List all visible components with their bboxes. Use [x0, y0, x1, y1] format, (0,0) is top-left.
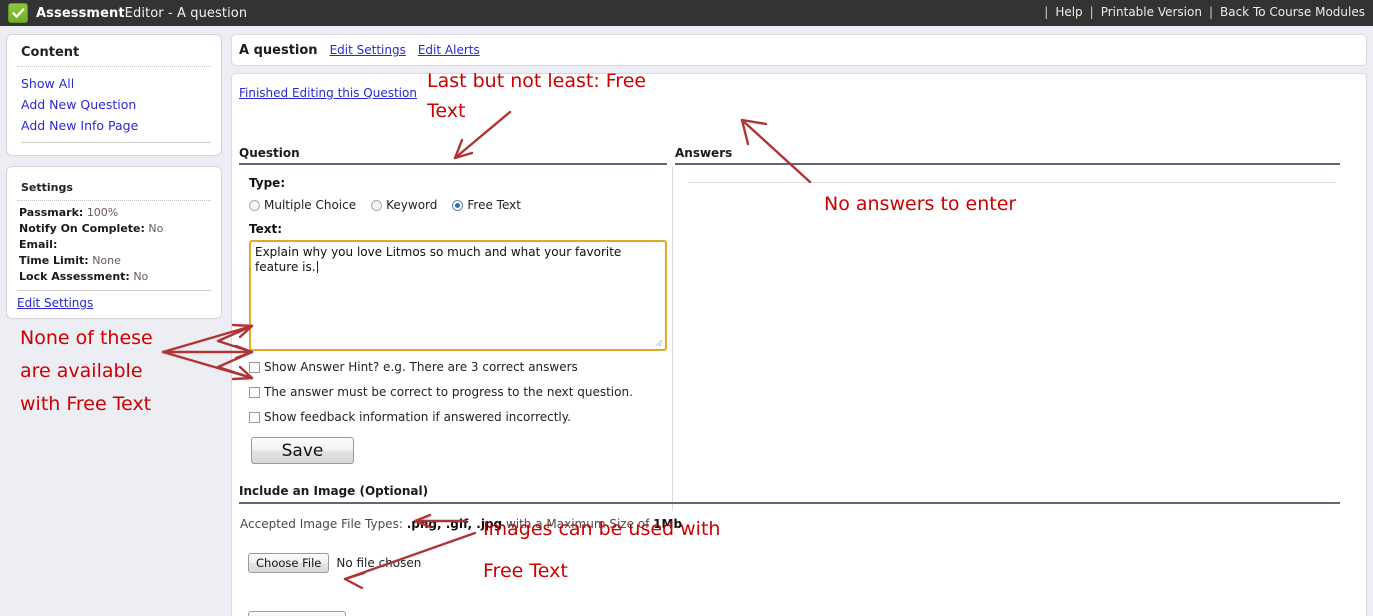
sidebar-item-add-new-info-page[interactable]: Add New Info Page [21, 115, 211, 136]
sidebar-item-show-all[interactable]: Show All [21, 73, 211, 94]
include-image-heading: Include an Image (Optional) [239, 484, 1340, 504]
choose-file-button[interactable]: Choose File [248, 553, 330, 573]
radio-multiple-choice[interactable]: Multiple Choice [249, 198, 356, 212]
answers-section-heading: Answers [675, 146, 1340, 165]
annotation-none-available: None of these are available with Free Te… [20, 327, 153, 415]
settings-label-lock-assessment: Lock Assessment: [19, 270, 130, 283]
question-editor-card: Finished Editing this Question Question … [231, 73, 1367, 616]
settings-value-lock-assessment: No [133, 270, 149, 283]
sidebar-item-add-new-question[interactable]: Add New Question [21, 94, 211, 115]
checkbox-show-answer-hint-label: Show Answer Hint? e.g. There are 3 corre… [264, 360, 578, 374]
top-nav: | Help | Printable Version | Back To Cou… [1044, 5, 1365, 19]
nav-separator-0: | [1044, 5, 1049, 19]
checkbox-must-be-correct-icon[interactable] [249, 386, 260, 398]
accepted-file-types-text: Accepted Image File Types: .png, .gif, .… [240, 517, 682, 531]
edit-alerts-tab-link[interactable]: Edit Alerts [418, 43, 480, 57]
question-text-group: Text: Explain why you love Litmos so muc… [249, 222, 669, 351]
settings-label-time-limit: Time Limit: [19, 254, 89, 267]
question-text-input[interactable]: Explain why you love Litmos so much and … [249, 240, 667, 351]
text-label: Text: [249, 222, 283, 236]
settings-panel-footer: Edit Settings [17, 290, 211, 310]
main-column: A question Edit Settings Edit Alerts Fin… [231, 34, 1367, 616]
question-options-group: Show Answer Hint? e.g. There are 3 corre… [249, 360, 633, 435]
content-panel: Content Show All Add New Question Add Ne… [6, 34, 222, 156]
settings-panel: Settings Passmark: 100% Notify On Comple… [6, 166, 222, 319]
chosen-file-name: No file chosen [336, 556, 422, 570]
content-panel-title: Content [17, 43, 211, 67]
nav-link-help[interactable]: Help [1055, 5, 1082, 19]
nav-separator-2: | [1208, 5, 1213, 19]
checkbox-must-be-correct[interactable]: The answer must be correct to progress t… [249, 385, 633, 399]
checkbox-show-feedback[interactable]: Show feedback information if answered in… [249, 410, 633, 424]
settings-row-time-limit: Time Limit: None [17, 253, 211, 269]
edit-settings-link[interactable]: Edit Settings [17, 296, 93, 310]
resize-grip-icon[interactable] [654, 338, 663, 347]
finished-editing-link[interactable]: Finished Editing this Question [239, 86, 417, 100]
question-type-group: Type: Multiple Choice Keyword Free Text [249, 176, 521, 212]
checkbox-must-be-correct-label: The answer must be correct to progress t… [264, 385, 633, 399]
settings-value-notify-on-complete: No [148, 222, 164, 235]
accepted-middle: with a Maximum Size of [502, 517, 654, 531]
radio-free-text-icon[interactable] [452, 199, 464, 211]
settings-value-time-limit: None [92, 254, 121, 267]
nav-separator-1: | [1089, 5, 1094, 19]
radio-multiple-choice-label: Multiple Choice [264, 198, 357, 212]
checkbox-show-feedback-icon[interactable] [249, 411, 260, 423]
settings-panel-title: Settings [17, 175, 211, 201]
question-text-value: Explain why you love Litmos so much and … [255, 245, 622, 274]
app-root: AssessmentEditor - A question | Help | P… [0, 0, 1373, 616]
type-radio-row: Multiple Choice Keyword Free Text [249, 198, 521, 212]
accepted-prefix: Accepted Image File Types: [240, 517, 407, 531]
checkbox-show-feedback-label: Show feedback information if answered in… [264, 410, 571, 424]
settings-value-passmark: 100% [86, 206, 119, 219]
radio-free-text[interactable]: Free Text [452, 198, 521, 212]
radio-multiple-choice-icon[interactable] [249, 199, 260, 211]
radio-keyword-label: Keyword [386, 198, 438, 212]
brand-title-rest: Editor - A question [124, 5, 248, 21]
question-section-heading: Question [239, 146, 667, 165]
top-bar: AssessmentEditor - A question | Help | P… [0, 0, 1373, 26]
column-divider [672, 166, 673, 511]
page-title: A question [239, 42, 318, 58]
settings-row-notify-on-complete: Notify On Complete: No [17, 221, 211, 237]
settings-row-passmark: Passmark: 100% [17, 205, 211, 221]
text-caret [316, 261, 318, 273]
upload-row: Upload Image [248, 611, 346, 616]
content-panel-divider [21, 142, 211, 143]
brand-title: AssessmentEditor - A question [36, 6, 247, 21]
type-label: Type: [249, 176, 286, 190]
answers-separator-rule [687, 182, 1337, 183]
file-chooser-row: Choose File No file chosen [248, 553, 421, 573]
settings-label-passmark: Passmark: [19, 206, 84, 219]
upload-image-button[interactable]: Upload Image [248, 611, 346, 616]
checkbox-show-answer-hint[interactable]: Show Answer Hint? e.g. There are 3 corre… [249, 360, 633, 374]
nav-link-back-to-course-modules[interactable]: Back To Course Modules [1220, 5, 1365, 19]
checkbox-show-answer-hint-icon[interactable] [249, 361, 260, 373]
radio-free-text-label: Free Text [467, 198, 521, 212]
settings-row-email: Email: [17, 237, 211, 253]
edit-settings-tab-link[interactable]: Edit Settings [330, 43, 406, 57]
settings-label-notify-on-complete: Notify On Complete: [19, 222, 145, 235]
radio-keyword-icon[interactable] [371, 199, 383, 211]
settings-row-lock-assessment: Lock Assessment: No [17, 269, 211, 285]
brand-title-bold: Assessment [36, 5, 125, 21]
page-title-card: A question Edit Settings Edit Alerts [231, 34, 1367, 66]
sidebar: Content Show All Add New Question Add Ne… [6, 34, 222, 329]
content-panel-links: Show All Add New Question Add New Info P… [17, 71, 211, 147]
settings-label-email: Email: [19, 238, 58, 251]
brand: AssessmentEditor - A question [8, 3, 247, 23]
green-check-logo-icon [8, 3, 28, 23]
nav-link-printable-version[interactable]: Printable Version [1101, 5, 1202, 19]
radio-keyword[interactable]: Keyword [371, 198, 437, 212]
accepted-size: 1Mb [653, 517, 683, 531]
accepted-types: .png, .gif, .jpg [406, 517, 503, 531]
save-button[interactable]: Save [251, 437, 354, 464]
